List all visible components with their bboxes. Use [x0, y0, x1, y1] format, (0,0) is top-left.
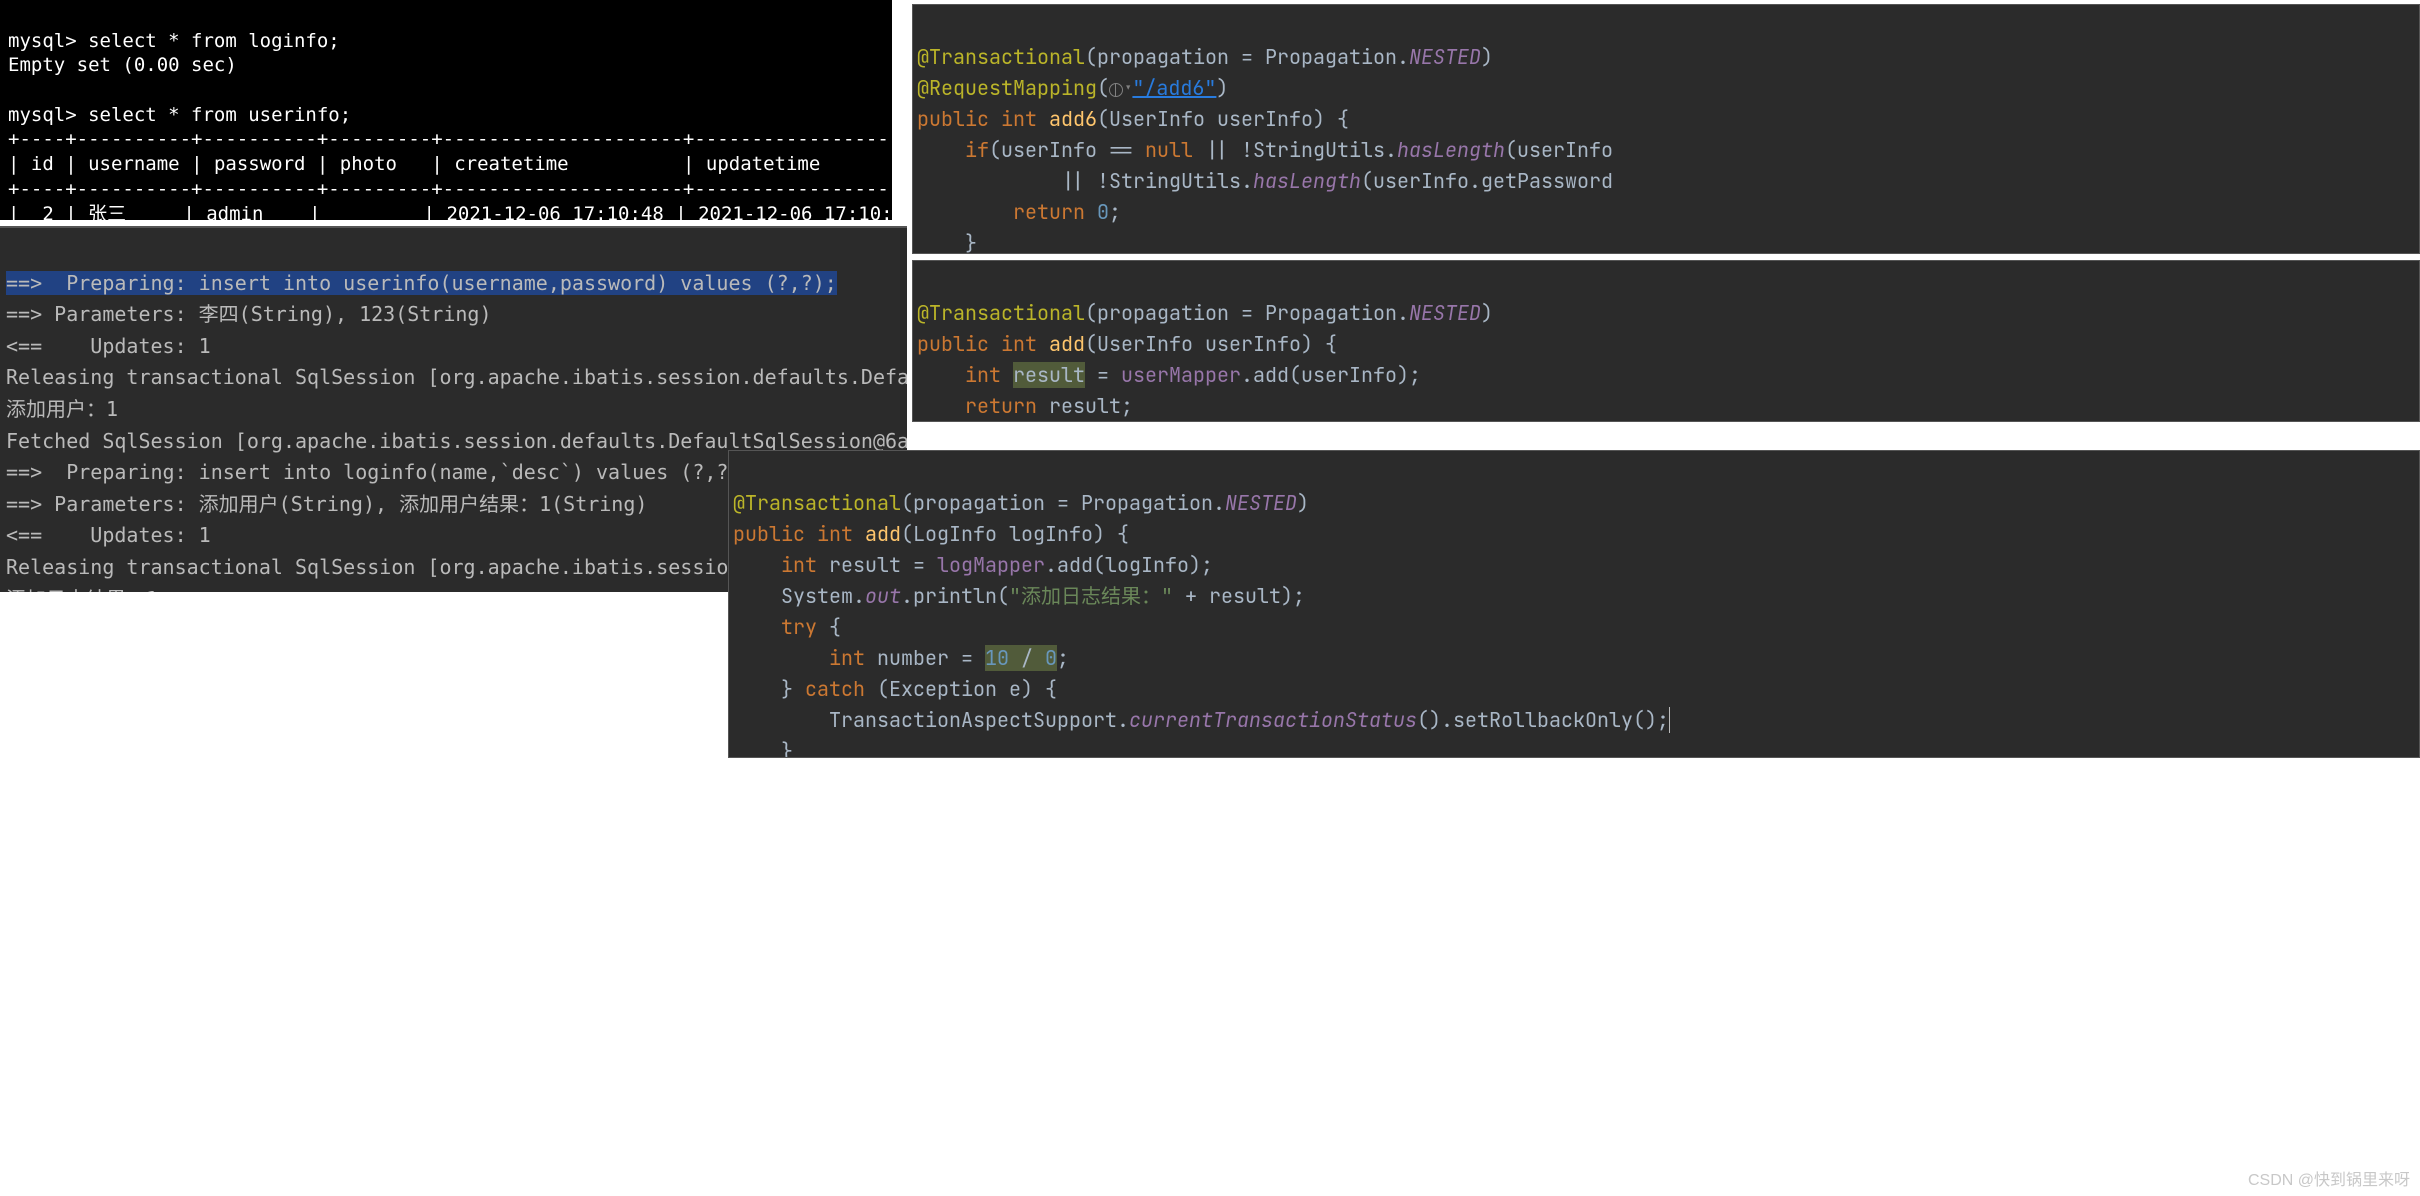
watermark: CSDN @快到锅里来呀	[2248, 1166, 2410, 1190]
log-line: Fetched SqlSession [org.apache.ibatis.se…	[6, 429, 907, 453]
mysql-prompt: mysql>	[8, 30, 77, 52]
log-line: ==> Parameters: 李四(String), 123(String)	[6, 302, 492, 326]
code-editor-add6[interactable]: @Transactional(propagation = Propagation…	[912, 4, 2420, 254]
mysql-empty-set: Empty set (0.00 sec)	[8, 54, 237, 76]
globe-icon	[1109, 83, 1123, 97]
log-line: ==> Parameters: 添加用户(String), 添加用户结果：1(S…	[6, 492, 647, 516]
mysql-prompt: mysql>	[8, 104, 77, 126]
mysql-terminal: mysql> select * from loginfo; Empty set …	[0, 0, 892, 220]
log-line: ==> Preparing: insert into loginfo(name,…	[6, 460, 741, 484]
log-line: Releasing transactional SqlSession [org.…	[6, 555, 753, 579]
log-line: ==> Preparing: insert into userinfo(user…	[6, 271, 837, 295]
code-editor-add-user[interactable]: @Transactional(propagation = Propagation…	[912, 260, 2420, 422]
sql-query-1: select * from loginfo;	[88, 30, 340, 52]
sql-query-2: select * from userinfo;	[88, 104, 351, 126]
log-line: Releasing transactional SqlSession [org.…	[6, 365, 907, 389]
log-line: 添加用户：1	[6, 397, 118, 421]
log-line: <== Updates: 1	[6, 523, 211, 547]
log-line: 添加日志结果：1	[6, 587, 158, 592]
log-line: <== Updates: 1	[6, 334, 211, 358]
code-editor-add-log[interactable]: @Transactional(propagation = Propagation…	[728, 450, 2420, 758]
